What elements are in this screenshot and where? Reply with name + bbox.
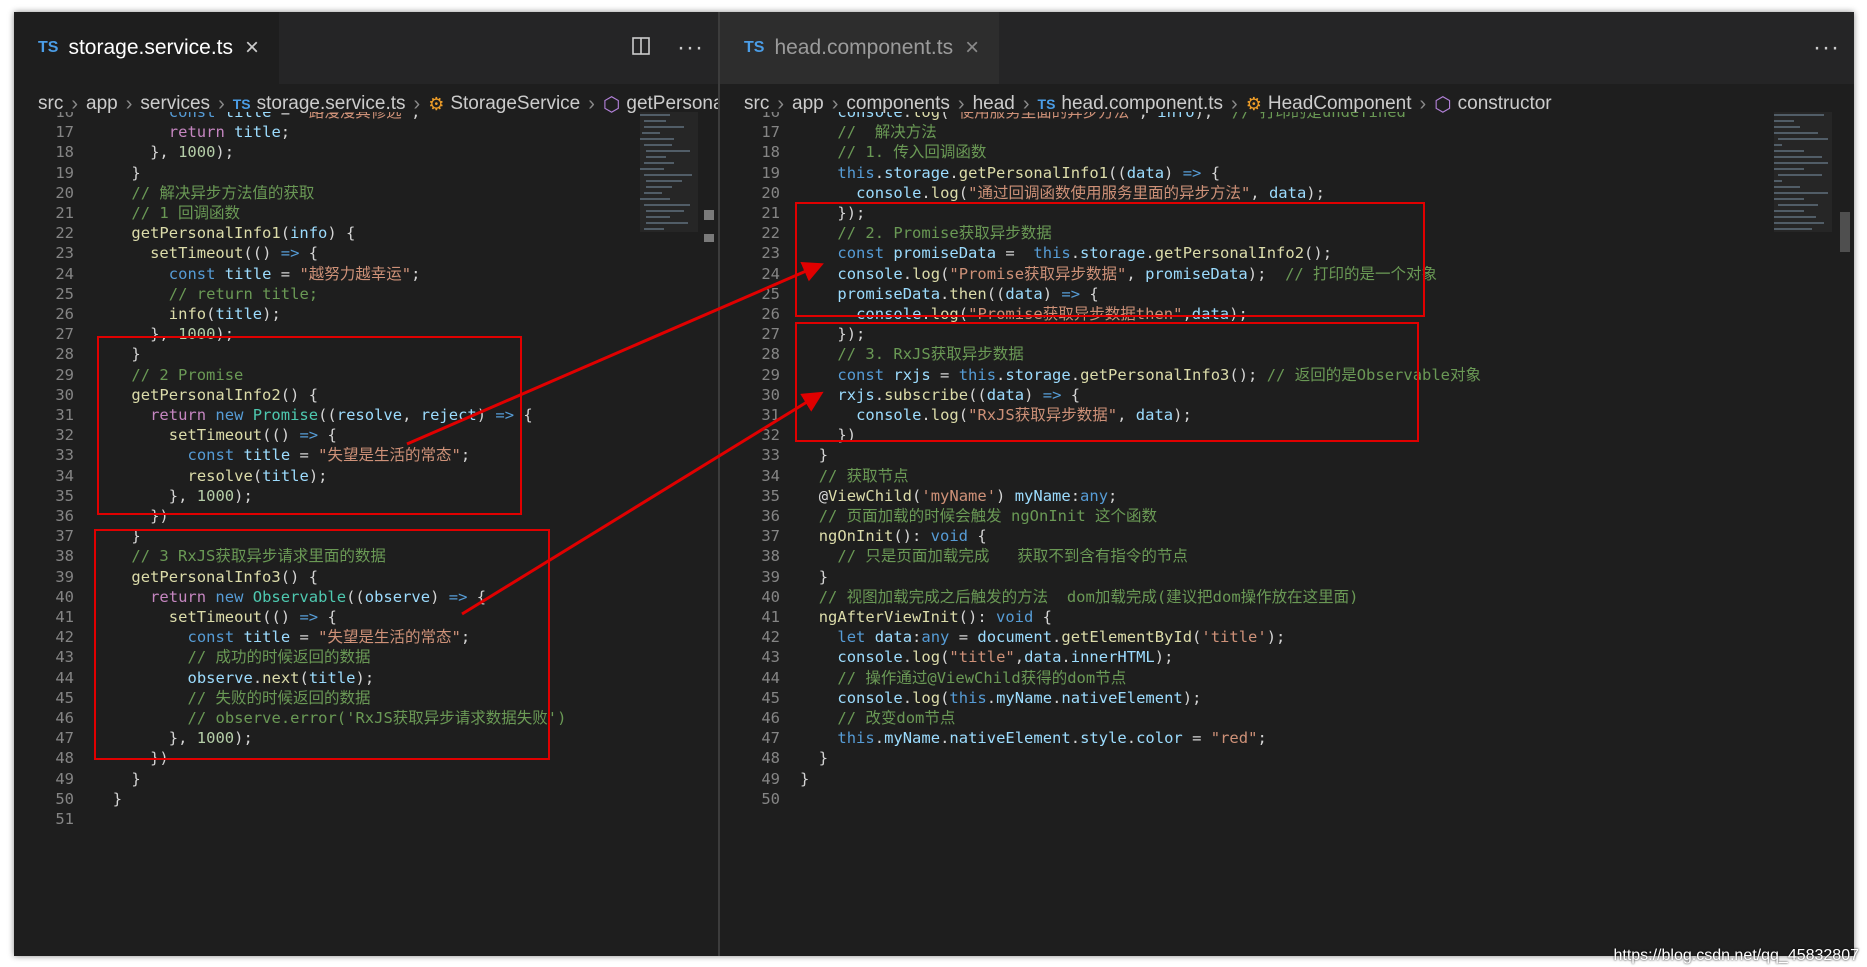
editor-window: TS storage.service.ts × ··· src › app › serv… <box>14 12 1854 956</box>
arrow-rxjs <box>461 391 824 616</box>
annotation-arrows <box>406 262 824 616</box>
arrow-promise <box>406 262 824 446</box>
watermark: https://blog.csdn.net/qq_45832807 <box>1613 947 1859 964</box>
